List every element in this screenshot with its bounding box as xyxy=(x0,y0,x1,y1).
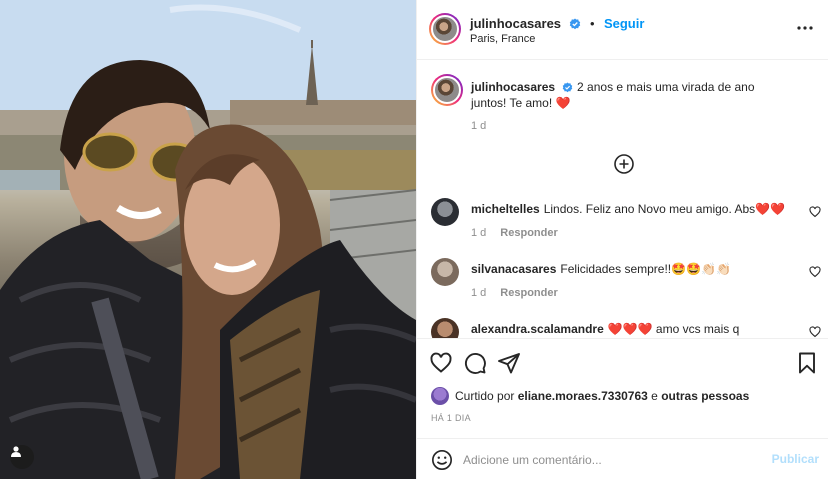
follow-button[interactable]: Seguir xyxy=(604,16,644,31)
comment-text: silvanacasares Felicidades sempre!!🤩🤩👏🏻👏🏻 xyxy=(471,261,791,277)
comment-item: alexandra.scalamandre ❤️❤️❤️ amo vcs mais… xyxy=(431,318,821,338)
comment-text: alexandra.scalamandre ❤️❤️❤️ amo vcs mais… xyxy=(471,321,791,337)
liker-avatar[interactable] xyxy=(431,387,449,405)
comment-text: micheltelles Lindos. Feliz ano Novo meu a… xyxy=(471,201,791,217)
liked-by-others[interactable]: outras pessoas xyxy=(661,389,749,403)
comment-like-icon[interactable] xyxy=(809,326,821,338)
comment-item: micheltelles Lindos. Feliz ano Novo meu a… xyxy=(431,198,821,244)
comment-body: ❤️❤️❤️ amo vcs mais q xyxy=(607,322,740,336)
plus-circle-icon[interactable] xyxy=(613,153,635,175)
comment-username[interactable]: silvanacasares xyxy=(471,262,556,276)
comment-meta: 1 d Responder xyxy=(471,227,558,239)
comment-meta: 1 d Responder xyxy=(471,287,558,299)
smiley-icon[interactable] xyxy=(431,449,453,471)
author-avatar[interactable] xyxy=(429,13,461,45)
caption-meta: 1 d xyxy=(471,120,486,132)
author-info: julinhocasares • Seguir xyxy=(470,15,644,33)
reply-button[interactable]: Responder xyxy=(500,227,557,239)
comment-icon[interactable] xyxy=(463,351,487,375)
heart-icon[interactable] xyxy=(429,351,453,375)
comment-time[interactable]: 1 d xyxy=(471,287,486,299)
comments-list[interactable]: julinhocasares 2 anos e mais uma virada … xyxy=(417,60,828,338)
publish-button[interactable]: Publicar xyxy=(772,452,819,466)
liked-by-prefix: Curtido por xyxy=(455,389,515,403)
liked-by: Curtido por eliane.moraes.7330763 e outr… xyxy=(431,387,749,405)
post-photo[interactable] xyxy=(0,0,416,479)
send-icon[interactable] xyxy=(497,351,521,375)
comment-input[interactable] xyxy=(463,449,753,471)
header-separator: • xyxy=(589,16,595,31)
comment-username[interactable]: micheltelles xyxy=(471,202,540,216)
post-actions: Curtido por eliane.moraes.7330763 e outr… xyxy=(417,338,828,438)
liked-by-connector: e xyxy=(651,389,658,403)
comment-body: Felicidades sempre!!🤩🤩👏🏻👏🏻 xyxy=(560,262,731,276)
add-comment-bar: Publicar xyxy=(417,438,828,479)
photo-illustration xyxy=(0,0,416,479)
caption-author-username[interactable]: julinhocasares xyxy=(471,80,555,94)
commenter-avatar[interactable] xyxy=(431,198,459,226)
post-modal: julinhocasares • Seguir Paris, France ju… xyxy=(0,0,828,479)
comment-item: silvanacasares Felicidades sempre!!🤩🤩👏🏻👏🏻… xyxy=(431,258,821,304)
bookmark-icon[interactable] xyxy=(795,351,819,375)
caption-text: julinhocasares 2 anos e mais uma virada … xyxy=(471,79,791,111)
author-username[interactable]: julinhocasares xyxy=(470,16,561,31)
commenter-avatar[interactable] xyxy=(431,318,459,338)
verified-badge-icon xyxy=(569,18,580,30)
more-options-icon[interactable] xyxy=(795,18,815,38)
verified-badge-icon xyxy=(562,82,573,93)
commenter-avatar[interactable] xyxy=(431,258,459,286)
comment-like-icon[interactable] xyxy=(809,266,821,278)
reply-button[interactable]: Responder xyxy=(500,287,557,299)
comment-username[interactable]: alexandra.scalamandre xyxy=(471,322,604,336)
comment-like-icon[interactable] xyxy=(809,206,821,218)
caption-author-avatar[interactable] xyxy=(431,74,463,106)
post-timestamp[interactable]: HÁ 1 DIA xyxy=(431,413,471,423)
post-location[interactable]: Paris, France xyxy=(470,33,535,45)
post-details-panel: julinhocasares • Seguir Paris, France ju… xyxy=(416,0,828,479)
caption-row: julinhocasares 2 anos e mais uma virada … xyxy=(431,74,821,134)
comment-body: Lindos. Feliz ano Novo meu amigo. Abs❤️❤… xyxy=(543,202,786,216)
post-header: julinhocasares • Seguir Paris, France xyxy=(417,0,828,60)
comment-time[interactable]: 1 d xyxy=(471,227,486,239)
liked-by-user[interactable]: eliane.moraes.7330763 xyxy=(518,389,648,403)
user-tag-icon[interactable] xyxy=(10,445,34,469)
caption-time[interactable]: 1 d xyxy=(471,120,486,132)
